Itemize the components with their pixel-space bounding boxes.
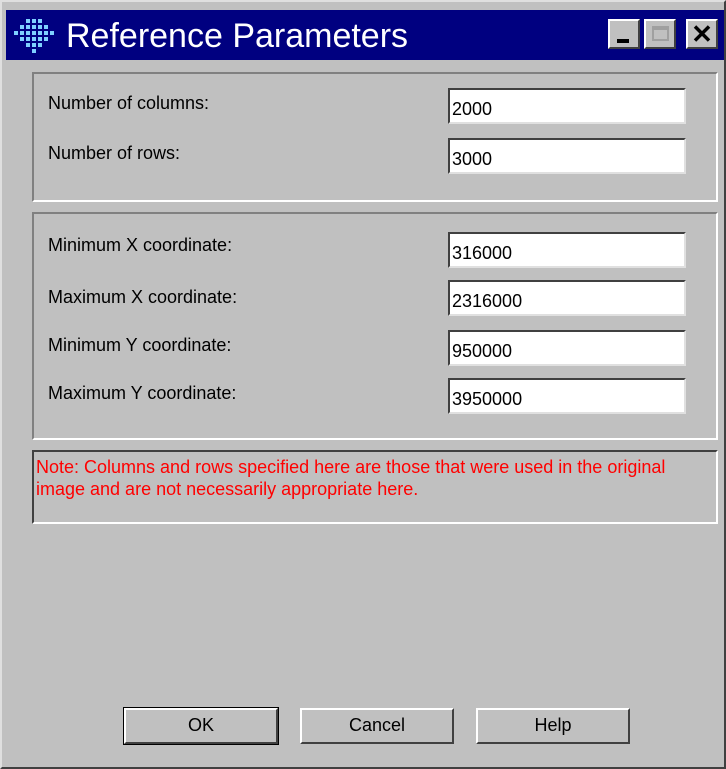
columns-input[interactable] xyxy=(448,88,686,124)
rows-input[interactable] xyxy=(448,138,686,174)
grid-size-group: Number of columns: Number of rows: xyxy=(32,72,718,202)
close-icon: ✕ xyxy=(691,19,713,49)
close-button[interactable]: ✕ xyxy=(686,19,718,49)
columns-label: Number of columns: xyxy=(48,93,210,113)
window-title: Reference Parameters xyxy=(66,17,409,55)
max-x-label: Maximum X coordinate: xyxy=(48,287,238,307)
note-text: Note: Columns and rows specified here ar… xyxy=(32,450,718,524)
coordinates-group: Minimum X coordinate: Maximum X coordina… xyxy=(32,212,718,440)
minimize-button[interactable] xyxy=(608,19,640,49)
min-x-input[interactable] xyxy=(448,232,686,268)
min-y-label: Minimum Y coordinate: xyxy=(48,335,232,355)
min-x-label: Minimum X coordinate: xyxy=(48,235,233,255)
max-x-input[interactable] xyxy=(448,280,686,316)
ok-button[interactable]: OK xyxy=(123,707,279,745)
help-button[interactable]: Help xyxy=(476,708,630,744)
cancel-button[interactable]: Cancel xyxy=(300,708,454,744)
rows-label: Number of rows: xyxy=(48,143,181,163)
minimize-icon xyxy=(617,39,629,43)
maximize-button[interactable] xyxy=(644,19,676,49)
max-y-input[interactable] xyxy=(448,378,686,414)
title-bar[interactable]: Reference Parameters ✕ xyxy=(6,10,724,60)
reference-parameters-dialog: Reference Parameters ✕ Number of columns… xyxy=(0,0,726,769)
min-y-input[interactable] xyxy=(448,330,686,366)
max-y-label: Maximum Y coordinate: xyxy=(48,383,237,403)
grid-app-icon xyxy=(14,19,54,53)
maximize-icon xyxy=(652,26,669,41)
